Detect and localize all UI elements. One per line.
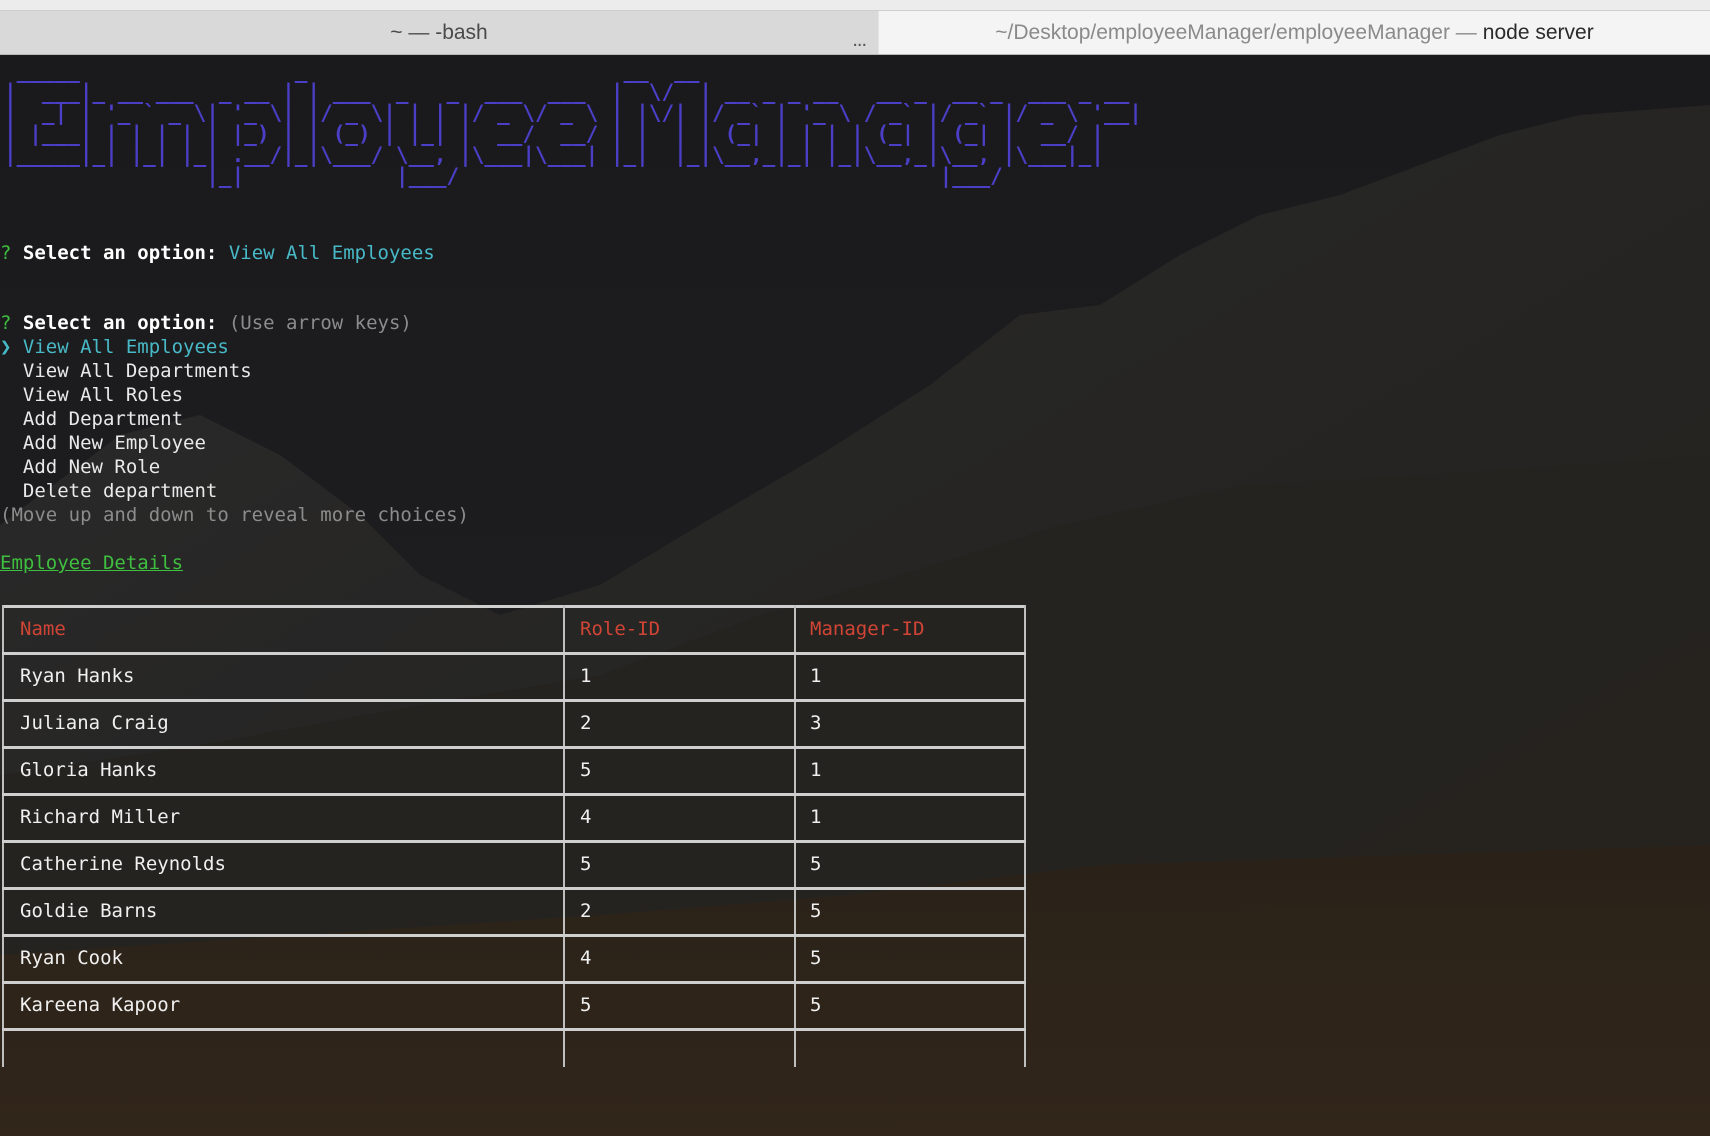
tab-node-server[interactable]: ~/Desktop/employeeManager/employeeManage… <box>879 11 1710 54</box>
terminal-window[interactable]: _____ _ __ __ | ___|_ __ ___ _ __ | | __… <box>0 55 1710 1136</box>
prompt-label: Select an option: <box>22 312 218 334</box>
table-divider-2 <box>794 605 796 1067</box>
table-cell-role-id: 4 <box>580 947 592 969</box>
menu-item-label: Add New Employee <box>22 432 206 454</box>
table-cell-name: Juliana Craig <box>20 712 169 734</box>
table-cell-manager-id: 5 <box>810 947 822 969</box>
table-row-separator <box>2 793 1026 796</box>
tab-node-server-path: ~/Desktop/employeeManager/employeeManage… <box>995 20 1477 44</box>
tab-bash-label: ~ — -bash <box>390 20 488 44</box>
menu-item-label: View All Roles <box>22 384 184 406</box>
table-row-separator <box>2 746 1026 749</box>
table-cell-role-id: 1 <box>580 665 592 687</box>
table-row-separator <box>2 934 1026 937</box>
menu-item-add-new-employee[interactable]: Add New Employee <box>0 431 206 455</box>
tab-bar: ~ — -bash ... ~/Desktop/employeeManager/… <box>0 0 1710 55</box>
table-row-separator <box>2 652 1026 655</box>
table-row-separator <box>2 840 1026 843</box>
tab-node-server-process: node server <box>1482 20 1594 44</box>
table-cell-manager-id: 1 <box>810 759 822 781</box>
column-header-manager-id: Manager-ID <box>810 618 925 640</box>
menu-item-delete-department[interactable]: Delete department <box>0 479 217 503</box>
question-mark-icon: ? <box>0 242 12 264</box>
menu-item-view-all-roles[interactable]: View All Roles <box>0 383 183 407</box>
menu-item-label: Add New Role <box>22 456 161 478</box>
column-header-role-id: Role-ID <box>580 618 661 640</box>
table-cell-name: Ryan Cook <box>20 947 123 969</box>
table-cell-role-id: 5 <box>580 994 592 1016</box>
table-cell-manager-id: 5 <box>810 994 822 1016</box>
table-cell-manager-id: 3 <box>810 712 822 734</box>
table-row-separator <box>2 887 1026 890</box>
table-cell-name: Goldie Barns <box>20 900 158 922</box>
table-border-left <box>2 605 4 1067</box>
table-cell-manager-id: 1 <box>810 665 822 687</box>
table-row-separator <box>2 699 1026 702</box>
menu-item-label: View All Departments <box>22 360 252 382</box>
table-border-top <box>2 605 1026 608</box>
table-row-separator <box>2 981 1026 984</box>
menu-item-label: Delete department <box>22 480 218 502</box>
table-cell-name: Catherine Reynolds <box>20 853 226 875</box>
table-cell-role-id: 2 <box>580 712 592 734</box>
table-cell-role-id: 5 <box>580 759 592 781</box>
section-title: Employee Details <box>0 552 184 574</box>
prompt-active: ? Select an option: (Use arrow keys) <box>0 311 412 335</box>
prompt-answer: View All Employees <box>228 242 435 264</box>
table-cell-role-id: 2 <box>580 900 592 922</box>
prompt-answered: ? Select an option: View All Employees <box>0 241 435 265</box>
menu-item-label: Add Department <box>22 408 184 430</box>
more-icon[interactable]: ... <box>852 29 867 52</box>
pointer-icon: ❯ <box>0 336 12 358</box>
table-cell-name: Ryan Hanks <box>20 665 135 687</box>
table-cell-manager-id: 5 <box>810 853 822 875</box>
table-cell-role-id: 5 <box>580 853 592 875</box>
table-cell-name: Richard Miller <box>20 806 181 828</box>
table-border-right <box>1024 605 1026 1067</box>
menu-item-view-all-departments[interactable]: View All Departments <box>0 359 252 383</box>
table-cell-name: Gloria Hanks <box>20 759 158 781</box>
menu-item-add-department[interactable]: Add Department <box>0 407 183 431</box>
window-title-strip <box>0 0 1710 11</box>
table-cell-name: Kareena Kapoor <box>20 994 181 1016</box>
table-cell-manager-id: 5 <box>810 900 822 922</box>
table-cell-role-id: 4 <box>580 806 592 828</box>
menu-footer-hint: (Move up and down to reveal more choices… <box>0 504 469 526</box>
menu-item-label: View All Employees <box>22 336 229 358</box>
table-divider-1 <box>563 605 565 1067</box>
table-border-bottom <box>2 1028 1026 1031</box>
column-header-name: Name <box>20 618 66 640</box>
tab-bash[interactable]: ~ — -bash ... <box>0 11 878 54</box>
menu-item-add-new-role[interactable]: Add New Role <box>0 455 160 479</box>
prompt-label: Select an option: <box>22 242 218 264</box>
prompt-hint: (Use arrow keys) <box>228 312 412 334</box>
question-mark-icon: ? <box>0 312 12 334</box>
ascii-banner: _____ _ __ __ | ___|_ __ ___ _ __ | | __… <box>4 59 1142 188</box>
menu-item-view-all-employees[interactable]: ❯ View All Employees <box>0 335 229 359</box>
table-cell-manager-id: 1 <box>810 806 822 828</box>
